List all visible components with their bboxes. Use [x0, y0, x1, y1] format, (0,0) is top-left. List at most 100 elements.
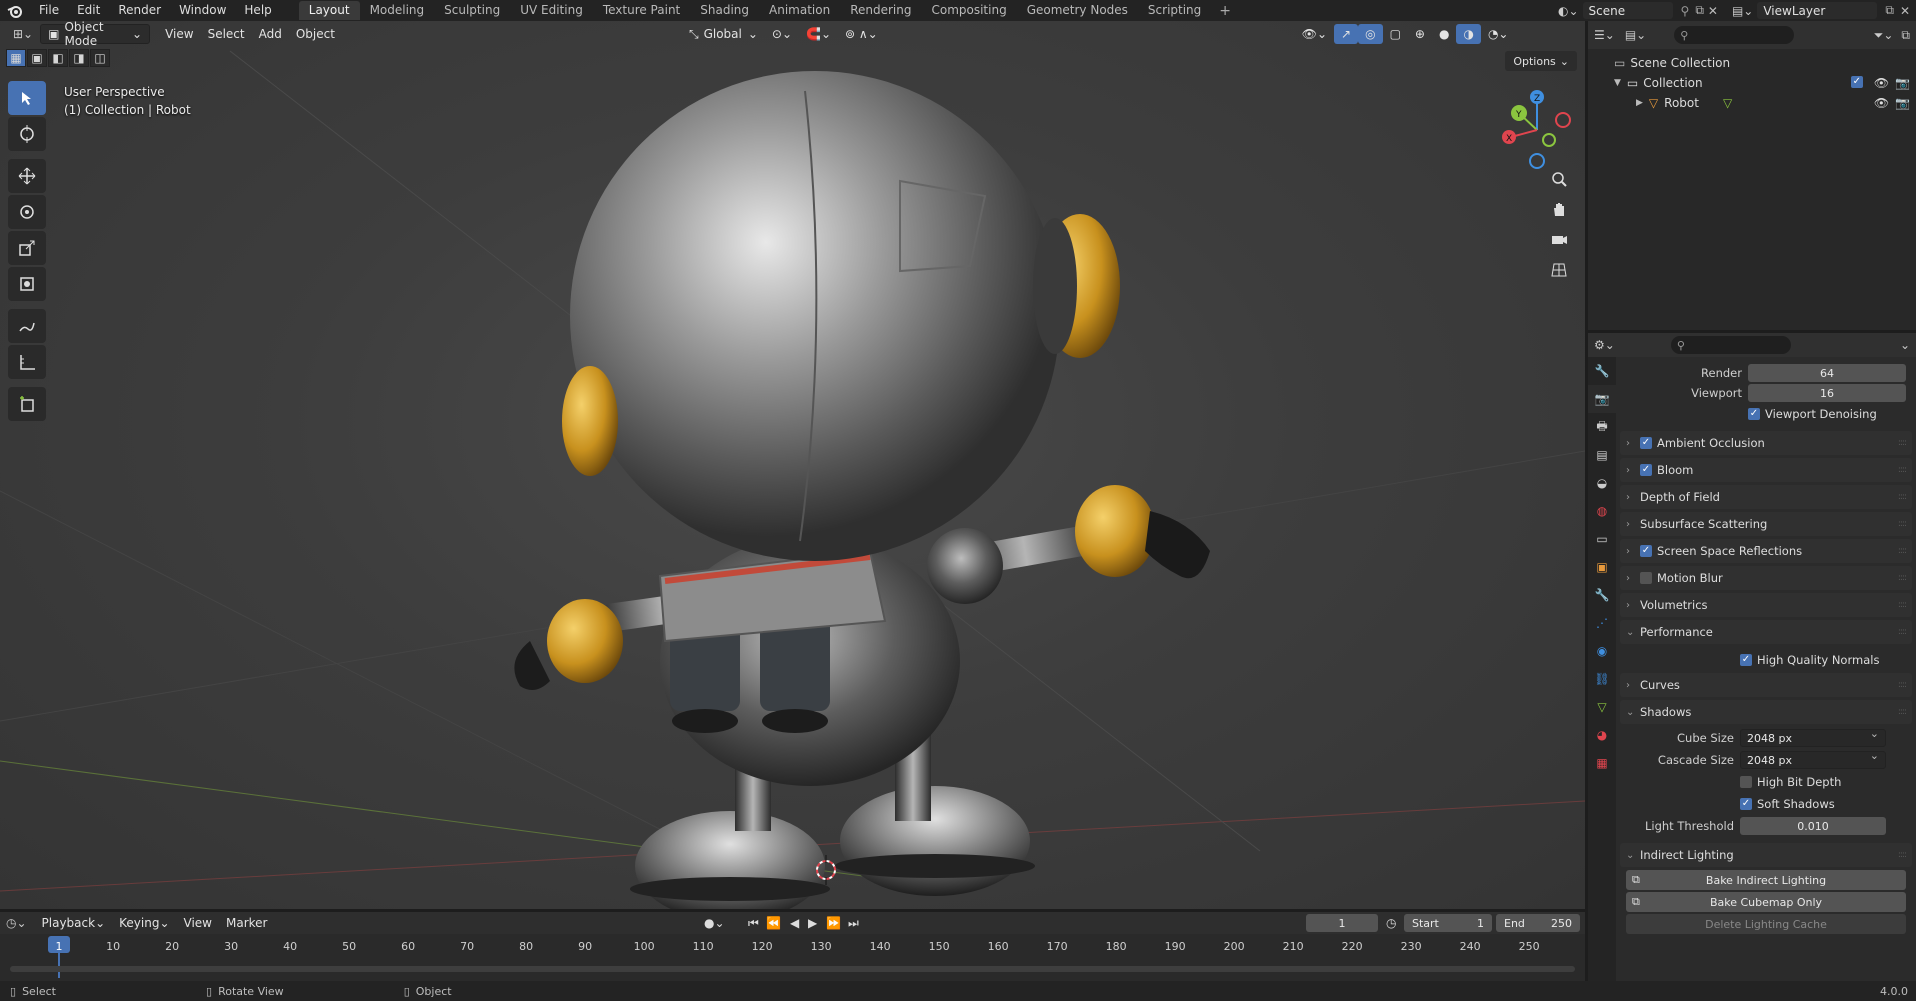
scene-tab-icon[interactable]: ◒ — [1588, 469, 1616, 497]
world-tab-icon[interactable]: ◍ — [1588, 497, 1616, 525]
material-shading-icon[interactable]: ◑ — [1456, 24, 1481, 44]
pivot-point-icon[interactable]: ⊙⌄ — [765, 24, 799, 44]
panel-bloom[interactable]: ›Bloom:::: — [1620, 458, 1912, 482]
light-threshold-field[interactable]: 0.010 — [1740, 817, 1886, 835]
tab-geometry-nodes[interactable]: Geometry Nodes — [1017, 1, 1138, 20]
viewport-samples-field[interactable]: 16 — [1748, 384, 1906, 402]
visibility-icon[interactable]: 👁⌄ — [1295, 24, 1334, 44]
delete-view-layer-icon[interactable]: ✕ — [1900, 4, 1910, 18]
select-new-icon[interactable]: ▦ — [6, 49, 26, 67]
rendered-shading-icon[interactable]: ◔⌄ — [1481, 24, 1516, 44]
panel-depth-of-field[interactable]: › Depth of Field:::: — [1620, 485, 1912, 509]
play-icon[interactable]: ▶ — [808, 916, 817, 930]
mode-selector[interactable]: ▣ Object Mode ⌄ — [40, 21, 151, 48]
view-layer-tab-icon[interactable]: ▤ — [1588, 441, 1616, 469]
object-visibility-icon[interactable]: 👁 — [1874, 96, 1889, 110]
panel-performance[interactable]: ⌄ Performance:::: — [1620, 620, 1912, 644]
output-tab-icon[interactable]: 🖶 — [1588, 413, 1616, 441]
scale-tool-icon[interactable] — [8, 231, 46, 265]
pin-icon[interactable]: ⚲ — [1681, 4, 1690, 18]
modifier-tab-icon[interactable]: 🔧 — [1588, 581, 1616, 609]
add-cube-tool-icon[interactable] — [8, 387, 46, 421]
gizmo-toggle-icon[interactable]: ↗ — [1334, 24, 1359, 44]
options-dropdown[interactable]: Options ⌄ — [1505, 51, 1577, 71]
clock-icon[interactable]: ◷ — [1386, 916, 1396, 930]
panel-curves[interactable]: › Curves:::: — [1620, 673, 1912, 697]
panel-motion-blur[interactable]: › Motion Blur:::: — [1620, 566, 1912, 590]
pan-hand-icon[interactable] — [1545, 195, 1573, 223]
object-render-icon[interactable]: 📷 — [1895, 96, 1910, 110]
select-intersect-icon[interactable]: ◫ — [90, 49, 110, 67]
transform-tool-icon[interactable] — [8, 267, 46, 301]
motion-blur-checkbox[interactable] — [1640, 572, 1652, 584]
move-tool-icon[interactable] — [8, 159, 46, 193]
render-samples-field[interactable]: 64 — [1748, 364, 1906, 382]
drag-handle-icon[interactable]: :::: — [1898, 465, 1907, 475]
properties-options-icon[interactable]: ⌄ — [1900, 338, 1910, 352]
select-box-tool-icon[interactable] — [8, 81, 46, 115]
menu-add[interactable]: Add — [252, 24, 289, 44]
playback-menu[interactable]: Playback ⌄ — [35, 913, 113, 933]
drag-handle-icon[interactable]: :::: — [1898, 627, 1907, 637]
filter-icon[interactable]: ⏷⌄ — [1874, 28, 1894, 43]
drag-handle-icon[interactable]: :::: — [1898, 707, 1907, 717]
perspective-toggle-icon[interactable] — [1545, 255, 1573, 283]
scene-icon[interactable]: ◐⌄ — [1558, 4, 1579, 18]
timeline-view-menu[interactable]: View — [177, 913, 219, 933]
panel-screen-space-reflections[interactable]: ›Screen Space Reflections:::: — [1620, 539, 1912, 563]
end-frame-field[interactable]: End 250 — [1496, 914, 1580, 932]
marker-menu[interactable]: Marker — [219, 913, 274, 933]
drag-handle-icon[interactable]: :::: — [1898, 492, 1907, 502]
material-tab-icon[interactable]: ◕ — [1588, 721, 1616, 749]
menu-object[interactable]: Object — [289, 24, 342, 44]
menu-help[interactable]: Help — [235, 0, 280, 21]
high-bit-depth-row[interactable]: High Bit Depth — [1620, 771, 1912, 793]
transform-orientation-dropdown[interactable]: ⤡ Global ⌄ — [682, 24, 765, 44]
menu-render[interactable]: Render — [109, 0, 170, 21]
overlay-toggle-icon[interactable]: ◎ — [1358, 24, 1383, 44]
panel-shadows[interactable]: ⌄ Shadows:::: — [1620, 700, 1912, 724]
xray-icon[interactable]: ▢ — [1383, 24, 1408, 44]
annotate-tool-icon[interactable] — [8, 309, 46, 343]
properties-search-input[interactable]: ⚲ — [1670, 336, 1791, 354]
collection-render-icon[interactable]: 📷 — [1895, 76, 1910, 90]
navigation-gizmo[interactable]: Z Y X — [1497, 85, 1577, 175]
timeline-scrollbar[interactable] — [10, 966, 1575, 972]
drag-handle-icon[interactable]: :::: — [1898, 438, 1907, 448]
view-layer-icon[interactable]: ▤⌄ — [1732, 4, 1753, 18]
scene-selector[interactable]: Scene — [1582, 2, 1673, 19]
tab-layout[interactable]: Layout — [298, 1, 360, 20]
snap-icon[interactable]: 🧲⌄ — [799, 24, 838, 44]
physics-tab-icon[interactable]: ◉ — [1588, 637, 1616, 665]
panel-indirect-lighting[interactable]: ⌄ Indirect Lighting:::: — [1620, 843, 1912, 867]
outliner-scene-collection[interactable]: ▭ Scene Collection — [1588, 53, 1916, 73]
panel-subsurface-scattering[interactable]: › Subsurface Scattering:::: — [1620, 512, 1912, 536]
tab-uv-editing[interactable]: UV Editing — [510, 1, 593, 20]
outliner-editor-icon[interactable]: ☰⌄ — [1594, 28, 1615, 42]
high-quality-normals-checkbox[interactable] — [1740, 654, 1752, 666]
menu-window[interactable]: Window — [170, 0, 235, 21]
tool-tab-icon[interactable]: 🔧 — [1588, 357, 1616, 385]
select-subtract-icon[interactable]: ◧ — [48, 49, 68, 67]
new-view-layer-icon[interactable]: ⧉ — [1885, 3, 1894, 18]
solid-shading-icon[interactable]: ● — [1432, 24, 1456, 44]
current-frame-field[interactable]: 1 — [1306, 914, 1378, 932]
object-tab-icon[interactable]: ▣ — [1588, 553, 1616, 581]
rotate-tool-icon[interactable] — [8, 195, 46, 229]
viewport-denoising-checkbox[interactable] — [1748, 408, 1760, 420]
drag-handle-icon[interactable]: :::: — [1898, 573, 1907, 583]
jump-end-icon[interactable]: ⏭ — [848, 916, 859, 931]
texture-tab-icon[interactable]: ▦ — [1588, 749, 1616, 777]
record-icon[interactable]: ●⌄ — [704, 916, 725, 930]
panel-ambient-occlusion[interactable]: ›Ambient Occlusion:::: — [1620, 431, 1912, 455]
bake-cubemap-button[interactable]: ⧉ Bake Cubemap Only — [1626, 892, 1906, 912]
tab-texture-paint[interactable]: Texture Paint — [593, 1, 690, 20]
tab-compositing[interactable]: Compositing — [921, 1, 1016, 20]
start-frame-field[interactable]: Start 1 — [1404, 914, 1492, 932]
outliner-search-input[interactable]: ⚲ — [1674, 26, 1795, 44]
camera-view-icon[interactable] — [1545, 225, 1573, 253]
add-workspace-button[interactable]: + — [1211, 3, 1239, 19]
drag-handle-icon[interactable]: :::: — [1898, 680, 1907, 690]
tab-shading[interactable]: Shading — [690, 1, 759, 20]
particles-tab-icon[interactable]: ⋰ — [1588, 609, 1616, 637]
